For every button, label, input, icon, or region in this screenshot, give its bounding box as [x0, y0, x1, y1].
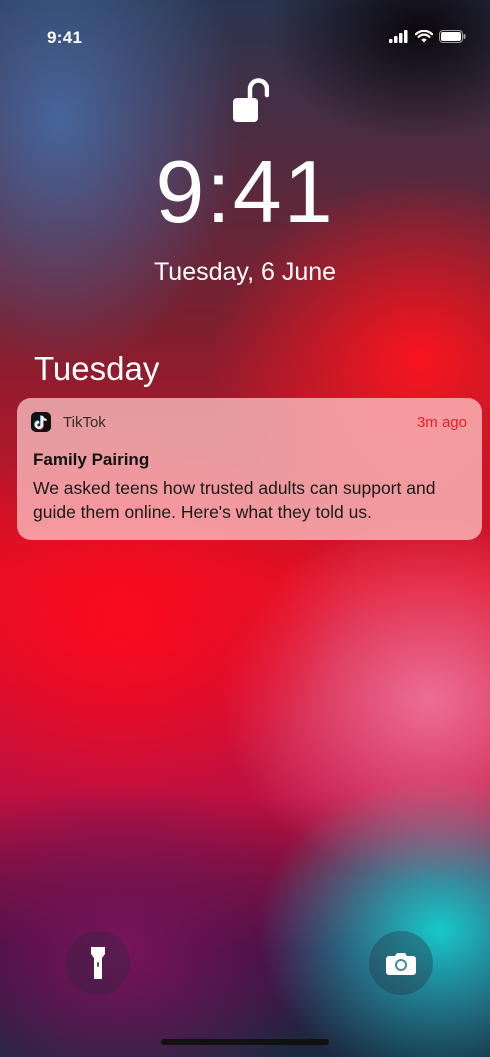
lock-screen: 9:41 9:41 Tuesday, 6 June Tuesday TikTok…: [0, 0, 490, 1057]
battery-icon: [439, 30, 466, 43]
cellular-signal-icon: [389, 30, 408, 43]
notification-card[interactable]: TikTok 3m ago Family Pairing We asked te…: [17, 398, 482, 540]
notification-group-heading: Tuesday: [34, 350, 160, 387]
tiktok-icon: [31, 412, 51, 432]
camera-icon: [386, 953, 416, 975]
home-indicator[interactable]: [161, 1039, 329, 1045]
flashlight-icon: [91, 947, 105, 979]
status-time: 9:41: [47, 28, 83, 47]
status-icons: [389, 30, 466, 43]
flashlight-button[interactable]: [66, 931, 130, 995]
unlocked-padlock-icon: [233, 78, 269, 122]
camera-button[interactable]: [369, 931, 433, 995]
notification-app-name: TikTok: [63, 414, 106, 431]
notification-timestamp: 3m ago: [416, 414, 467, 431]
notification-body: We asked teens how trusted adults can su…: [33, 478, 436, 522]
wifi-icon: [415, 30, 433, 43]
lock-clock: 9:41: [155, 142, 335, 241]
lock-date: Tuesday, 6 June: [153, 258, 337, 286]
status-bar: 9:41: [0, 0, 490, 52]
notification-title: Family Pairing: [33, 450, 150, 469]
